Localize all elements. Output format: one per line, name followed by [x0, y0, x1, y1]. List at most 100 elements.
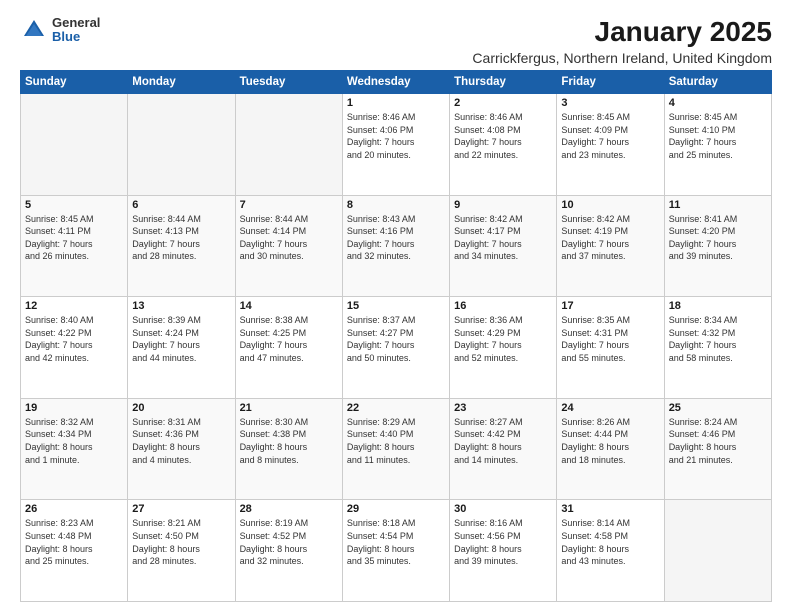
header-monday: Monday: [128, 71, 235, 94]
calendar-week-row: 5Sunrise: 8:45 AM Sunset: 4:11 PM Daylig…: [21, 195, 772, 297]
table-row: 14 Sunrise: 8:38 AM Sunset: 4:25 PM Dayli…: [235, 297, 342, 399]
day-info: Sunrise: 8:21 AM Sunset: 4:50 PM Dayligh…: [132, 517, 230, 567]
day-number: 3: [561, 97, 659, 109]
day-number: 24: [561, 402, 659, 414]
day-number: 25: [669, 402, 767, 414]
day-info: Sunrise: 8:44 AM Sunset: 4:13 PM Dayligh…: [132, 213, 230, 263]
table-row: 21Sunrise: 8:30 AM Sunset: 4:38 PM Dayli…: [235, 398, 342, 500]
table-row: 18 Sunrise: 8:34 AM Sunset: 4:32 PM Dayli…: [664, 297, 771, 399]
day-number: 22: [347, 402, 445, 414]
day-number: 31: [561, 503, 659, 515]
day-number: 4: [669, 97, 767, 109]
table-row: 13Sunrise: 8:39 AM Sunset: 4:24 PM Dayli…: [128, 297, 235, 399]
day-info: Sunrise: 8:34 AM Sunset: 4:32 PM Dayligh…: [669, 314, 767, 364]
table-row: 22 Sunrise: 8:29 AM Sunset: 4:40 PM Dayli…: [342, 398, 449, 500]
day-number: 20: [132, 402, 230, 414]
table-row: 30 Sunrise: 8:16 AM Sunset: 4:56 PM Dayli…: [450, 500, 557, 602]
table-row: 23Sunrise: 8:27 AM Sunset: 4:42 PM Dayli…: [450, 398, 557, 500]
header-thursday: Thursday: [450, 71, 557, 94]
table-row: [128, 94, 235, 196]
day-number: 28: [240, 503, 338, 515]
day-info: Sunrise: 8:18 AM Sunset: 4:54 PM Dayligh…: [347, 517, 445, 567]
table-row: [664, 500, 771, 602]
main-title: January 2025: [472, 16, 772, 48]
day-number: 13: [132, 300, 230, 312]
table-row: 16 Sunrise: 8:36 AM Sunset: 4:29 PM Dayli…: [450, 297, 557, 399]
day-info: Sunrise: 8:24 AM Sunset: 4:46 PM Dayligh…: [669, 416, 767, 466]
logo-icon: [20, 16, 48, 44]
logo-text: General Blue: [52, 16, 100, 45]
day-number: 27: [132, 503, 230, 515]
day-info: Sunrise: 8:38 AM Sunset: 4:25 PM Dayligh…: [240, 314, 338, 364]
day-number: 26: [25, 503, 123, 515]
subtitle: Carrickfergus, Northern Ireland, United …: [472, 50, 772, 66]
day-info: Sunrise: 8:37 AM Sunset: 4:27 PM Dayligh…: [347, 314, 445, 364]
day-info: Sunrise: 8:45 AM Sunset: 4:09 PM Dayligh…: [561, 111, 659, 161]
day-info: Sunrise: 8:40 AM Sunset: 4:22 PM Dayligh…: [25, 314, 123, 364]
calendar-header-row: Sunday Monday Tuesday Wednesday Thursday…: [21, 71, 772, 94]
table-row: 7 Sunrise: 8:44 AM Sunset: 4:14 PM Daylig…: [235, 195, 342, 297]
day-number: 16: [454, 300, 552, 312]
table-row: 9 Sunrise: 8:42 AM Sunset: 4:17 PM Daylig…: [450, 195, 557, 297]
day-info: Sunrise: 8:35 AM Sunset: 4:31 PM Dayligh…: [561, 314, 659, 364]
table-row: 29 Sunrise: 8:18 AM Sunset: 4:54 PM Dayli…: [342, 500, 449, 602]
header-tuesday: Tuesday: [235, 71, 342, 94]
day-info: Sunrise: 8:14 AM Sunset: 4:58 PM Dayligh…: [561, 517, 659, 567]
day-number: 7: [240, 199, 338, 211]
day-number: 2: [454, 97, 552, 109]
table-row: 28 Sunrise: 8:19 AM Sunset: 4:52 PM Dayli…: [235, 500, 342, 602]
day-info: Sunrise: 8:43 AM Sunset: 4:16 PM Dayligh…: [347, 213, 445, 263]
day-number: 14: [240, 300, 338, 312]
day-info: Sunrise: 8:29 AM Sunset: 4:40 PM Dayligh…: [347, 416, 445, 466]
day-info: Sunrise: 8:23 AM Sunset: 4:48 PM Dayligh…: [25, 517, 123, 567]
table-row: 11Sunrise: 8:41 AM Sunset: 4:20 PM Dayli…: [664, 195, 771, 297]
day-info: Sunrise: 8:42 AM Sunset: 4:19 PM Dayligh…: [561, 213, 659, 263]
header-saturday: Saturday: [664, 71, 771, 94]
logo-general-label: General: [52, 16, 100, 30]
day-info: Sunrise: 8:46 AM Sunset: 4:08 PM Dayligh…: [454, 111, 552, 161]
header-friday: Friday: [557, 71, 664, 94]
table-row: 24 Sunrise: 8:26 AM Sunset: 4:44 PM Dayli…: [557, 398, 664, 500]
day-info: Sunrise: 8:19 AM Sunset: 4:52 PM Dayligh…: [240, 517, 338, 567]
table-row: 25 Sunrise: 8:24 AM Sunset: 4:46 PM Dayli…: [664, 398, 771, 500]
table-row: 19Sunrise: 8:32 AM Sunset: 4:34 PM Dayli…: [21, 398, 128, 500]
page: General Blue January 2025 Carrickfergus,…: [0, 0, 792, 612]
day-number: 15: [347, 300, 445, 312]
day-info: Sunrise: 8:36 AM Sunset: 4:29 PM Dayligh…: [454, 314, 552, 364]
table-row: 1Sunrise: 8:46 AM Sunset: 4:06 PM Daylig…: [342, 94, 449, 196]
day-number: 17: [561, 300, 659, 312]
table-row: [21, 94, 128, 196]
table-row: 15 Sunrise: 8:37 AM Sunset: 4:27 PM Dayli…: [342, 297, 449, 399]
table-row: 6 Sunrise: 8:44 AM Sunset: 4:13 PM Daylig…: [128, 195, 235, 297]
title-block: January 2025 Carrickfergus, Northern Ire…: [472, 16, 772, 66]
table-row: 20 Sunrise: 8:31 AM Sunset: 4:36 PM Dayli…: [128, 398, 235, 500]
table-row: [235, 94, 342, 196]
day-number: 6: [132, 199, 230, 211]
table-row: 17 Sunrise: 8:35 AM Sunset: 4:31 PM Dayli…: [557, 297, 664, 399]
day-info: Sunrise: 8:30 AM Sunset: 4:38 PM Dayligh…: [240, 416, 338, 466]
day-number: 10: [561, 199, 659, 211]
day-number: 29: [347, 503, 445, 515]
day-number: 9: [454, 199, 552, 211]
day-info: Sunrise: 8:16 AM Sunset: 4:56 PM Dayligh…: [454, 517, 552, 567]
table-row: 12 Sunrise: 8:40 AM Sunset: 4:22 PM Dayli…: [21, 297, 128, 399]
day-info: Sunrise: 8:42 AM Sunset: 4:17 PM Dayligh…: [454, 213, 552, 263]
day-number: 18: [669, 300, 767, 312]
table-row: 8 Sunrise: 8:43 AM Sunset: 4:16 PM Daylig…: [342, 195, 449, 297]
day-number: 8: [347, 199, 445, 211]
day-number: 5: [25, 199, 123, 211]
day-info: Sunrise: 8:46 AM Sunset: 4:06 PM Dayligh…: [347, 111, 445, 161]
day-number: 12: [25, 300, 123, 312]
day-info: Sunrise: 8:32 AM Sunset: 4:34 PM Dayligh…: [25, 416, 123, 466]
logo-blue-label: Blue: [52, 30, 100, 44]
day-info: Sunrise: 8:26 AM Sunset: 4:44 PM Dayligh…: [561, 416, 659, 466]
calendar-week-row: 12 Sunrise: 8:40 AM Sunset: 4:22 PM Dayli…: [21, 297, 772, 399]
day-info: Sunrise: 8:31 AM Sunset: 4:36 PM Dayligh…: [132, 416, 230, 466]
header-sunday: Sunday: [21, 71, 128, 94]
day-info: Sunrise: 8:41 AM Sunset: 4:20 PM Dayligh…: [669, 213, 767, 263]
table-row: 31 Sunrise: 8:14 AM Sunset: 4:58 PM Dayli…: [557, 500, 664, 602]
table-row: 4Sunrise: 8:45 AM Sunset: 4:10 PM Daylig…: [664, 94, 771, 196]
day-number: 30: [454, 503, 552, 515]
day-info: Sunrise: 8:44 AM Sunset: 4:14 PM Dayligh…: [240, 213, 338, 263]
table-row: 3 Sunrise: 8:45 AM Sunset: 4:09 PM Daylig…: [557, 94, 664, 196]
